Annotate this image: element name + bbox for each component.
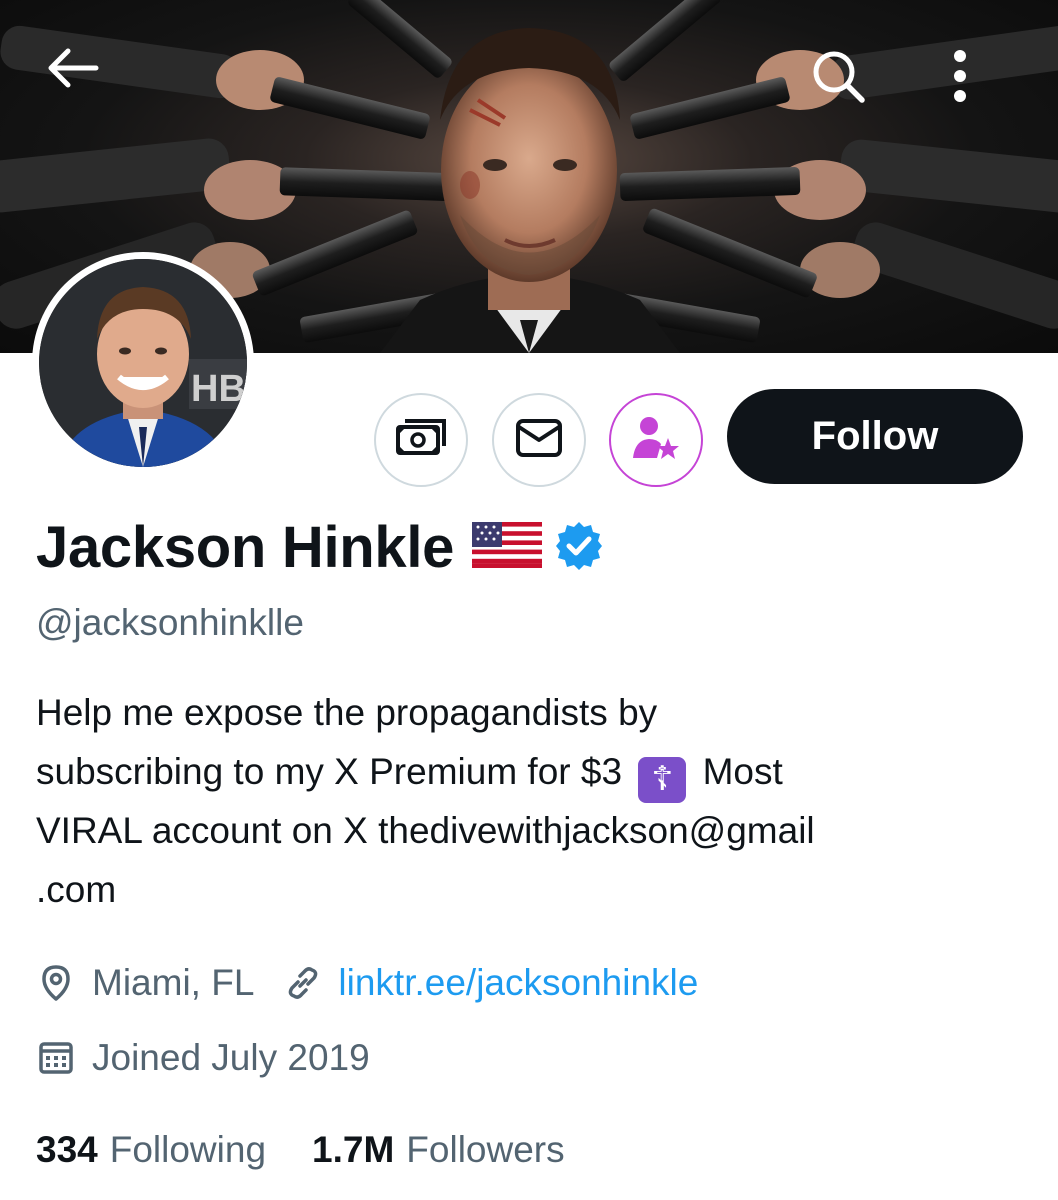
profile-meta-location-link: Miami, FL linktr.ee/jacksonhinkle (36, 955, 698, 1011)
envelope-icon (515, 418, 563, 463)
following-link[interactable]: 334 Following (36, 1129, 266, 1171)
us-flag-icon (472, 521, 543, 573)
back-button[interactable] (44, 46, 122, 118)
verified-badge-icon[interactable] (554, 520, 604, 575)
followers-link[interactable]: 1.7M Followers (312, 1129, 565, 1171)
link-icon (284, 964, 322, 1002)
bio-line: subscribing to my X Premium for $3 ☦ Mos… (36, 742, 1026, 803)
logo-text: HB (191, 368, 246, 410)
location-pin-icon (36, 963, 76, 1003)
display-name: Jackson Hinkle (36, 514, 455, 580)
following-count: 334 (36, 1129, 98, 1170)
tip-button[interactable] (374, 393, 468, 487)
more-options-button[interactable] (950, 46, 1014, 122)
location-text: Miami, FL (92, 962, 255, 1003)
followers-count: 1.7M (312, 1129, 395, 1170)
bio-line: Help me expose the propagandists by (36, 692, 658, 733)
bio-line: VIRAL account on X thedivewithjackson@gm… (36, 810, 815, 851)
followers-label: Followers (406, 1129, 565, 1170)
website-link[interactable]: linktr.ee/jacksonhinkle (338, 962, 698, 1004)
following-label: Following (109, 1129, 267, 1170)
calendar-icon (36, 1038, 76, 1078)
person-star-icon (631, 414, 681, 467)
orthodox-cross-emoji: ☦ (638, 756, 687, 803)
subscribe-button[interactable] (609, 393, 703, 487)
message-button[interactable] (492, 393, 586, 487)
joined-date: Joined July 2019 (92, 1037, 370, 1078)
profile-handle: @jacksonhinklle (36, 602, 304, 643)
bio-line: .com (36, 869, 117, 910)
display-name-row: Jackson Hinkle (36, 512, 604, 582)
search-button[interactable] (808, 46, 884, 122)
profile-bio: Help me expose the propagandists by subs… (36, 683, 1026, 919)
profile-avatar[interactable]: HB (32, 252, 254, 474)
profile-meta-joined: Joined July 2019 (36, 1030, 370, 1086)
money-icon (395, 418, 447, 463)
follow-button[interactable]: Follow (727, 389, 1023, 484)
avatar-image: HB (39, 259, 247, 467)
follow-stats: 334 Following 1.7M Followers (36, 1122, 565, 1178)
